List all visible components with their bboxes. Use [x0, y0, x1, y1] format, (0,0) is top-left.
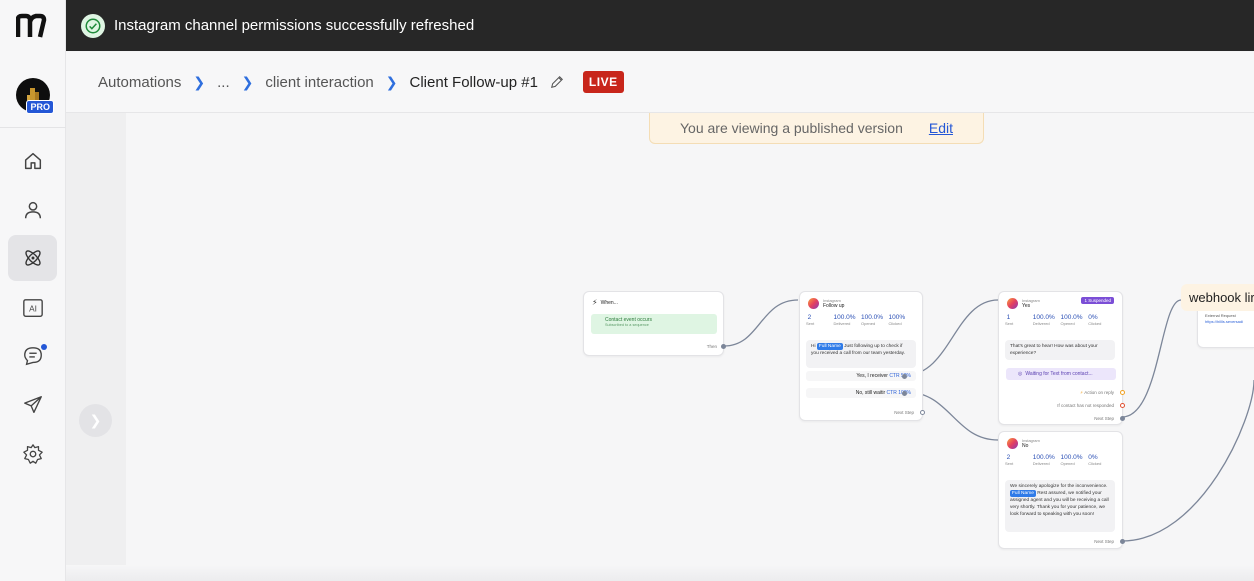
next-step-label: Next Step — [894, 410, 914, 415]
followup-stats: 2 Sent 100.0% Delivered 100.0% Opened 100% C… — [806, 314, 906, 326]
page-title: Client Follow-up #1 — [409, 73, 538, 91]
no-stats: 2 Sent 100.0% Delivered 100.0% Opened 0% Cli… — [1005, 454, 1102, 466]
instagram-icon — [1007, 298, 1018, 309]
chat-icon: ◎ — [1018, 371, 1023, 377]
followup-message: Hi Full Name Just following up to check … — [806, 340, 916, 368]
sidebar-item-settings[interactable] — [8, 431, 57, 477]
sidebar: PRO AI — [0, 0, 66, 581]
next-step-label: Next Step — [1094, 539, 1114, 544]
suspended-badge: 1 Suspended — [1081, 297, 1114, 304]
sidebar-item-automations[interactable] — [8, 235, 57, 281]
panel-strip — [66, 113, 126, 581]
sidebar-item-campaigns[interactable] — [8, 382, 57, 428]
chevron-right-icon: ❯ — [241, 73, 254, 90]
expand-panel-button[interactable]: ❯ — [79, 404, 112, 437]
no-port[interactable] — [902, 391, 907, 396]
pencil-icon[interactable] — [550, 75, 564, 89]
edit-link[interactable]: Edit — [929, 120, 953, 136]
action-on-reply-label: ⚡ Action on reply — [1080, 390, 1114, 395]
trigger-header: ⚡ When... — [592, 298, 618, 307]
app-logo[interactable] — [0, 0, 66, 52]
user-avatar[interactable]: PRO — [16, 78, 54, 114]
followup-node[interactable]: Instagram Follow up 2 Sent 100.0% Delivere… — [799, 291, 925, 421]
trigger-event[interactable]: Contact event occurs Subscribed to a seq… — [591, 314, 717, 334]
next-step-port[interactable] — [1120, 539, 1125, 544]
breadcrumb-ellipsis[interactable]: ... — [217, 74, 230, 91]
yes-message: That's great to hear! How was about your… — [1005, 340, 1115, 360]
yes-port[interactable] — [902, 374, 907, 379]
yes-stats: 1 Sent 100.0% Delivered 100.0% Opened 0% Cli… — [1005, 314, 1102, 326]
check-circle-icon — [81, 13, 105, 38]
webhook-node[interactable]: External Request https://hillls.seversad… — [1197, 305, 1254, 348]
breadcrumb: Automations ❯ ... ❯ client interaction ❯… — [66, 52, 1254, 113]
sidebar-divider — [0, 127, 66, 128]
gear-icon — [22, 444, 43, 464]
atom-icon — [24, 250, 41, 266]
ai-label: AI — [29, 305, 37, 314]
waiting-status: ◎ Waiting for Text from contact... — [1006, 368, 1116, 380]
next-step-label: Next Step — [1094, 416, 1114, 421]
chevron-right-icon: ❯ — [385, 73, 398, 90]
toast-message: Instagram channel permissions successful… — [114, 17, 475, 34]
lightning-icon: ⚡ — [592, 298, 598, 307]
user-icon — [24, 201, 41, 219]
reply-port[interactable] — [1120, 390, 1125, 395]
chevron-right-icon: ❯ — [193, 73, 206, 90]
reply-no-button[interactable]: No, still waitir CTR 100% — [806, 388, 916, 398]
published-banner: You are viewing a published version Edit — [649, 113, 984, 144]
breadcrumb-automations[interactable]: Automations — [98, 74, 181, 91]
logo-icon — [16, 13, 47, 38]
breadcrumb-client-interaction[interactable]: client interaction — [265, 74, 373, 91]
instagram-icon — [1007, 438, 1018, 449]
chevron-right-icon: ❯ — [89, 412, 102, 428]
sidebar-item-contacts[interactable] — [8, 187, 57, 233]
not-responded-port[interactable] — [1120, 403, 1125, 408]
instagram-icon — [808, 298, 819, 309]
yes-node[interactable]: Instagram Yes 1 Suspended 1 Sent 100.0% De… — [998, 291, 1125, 425]
no-message: We sincerely apologize for the inconveni… — [1005, 480, 1115, 532]
send-icon — [23, 396, 42, 414]
then-label: Then — [706, 344, 717, 349]
output-port[interactable] — [721, 344, 726, 349]
sidebar-item-inbox[interactable] — [8, 333, 57, 379]
sidebar-item-ai[interactable]: AI — [8, 285, 57, 331]
reply-yes-button[interactable]: Yes, I receiver CTR 50% — [806, 371, 916, 381]
webhook-label[interactable]: webhook lir — [1181, 284, 1254, 311]
not-responded-label: If contact has not responded — [1057, 403, 1114, 408]
status-badge: LIVE — [582, 71, 624, 93]
pro-badge: PRO — [26, 100, 54, 114]
canvas-bottom — [66, 565, 1254, 581]
ai-icon: AI — [22, 299, 43, 317]
notification-dot — [41, 344, 47, 350]
chat-icon — [23, 347, 42, 366]
home-icon — [24, 152, 41, 170]
next-step-port[interactable] — [1120, 416, 1125, 421]
no-node[interactable]: Instagram No 2 Sent 100.0% Delivered 100.0… — [998, 431, 1125, 549]
success-toast: Instagram channel permissions successful… — [66, 0, 1254, 51]
trigger-node[interactable]: ⚡ When... Contact event occurs Subscribe… — [583, 291, 726, 356]
next-step-port[interactable] — [920, 410, 925, 415]
sidebar-item-home[interactable] — [8, 138, 57, 184]
